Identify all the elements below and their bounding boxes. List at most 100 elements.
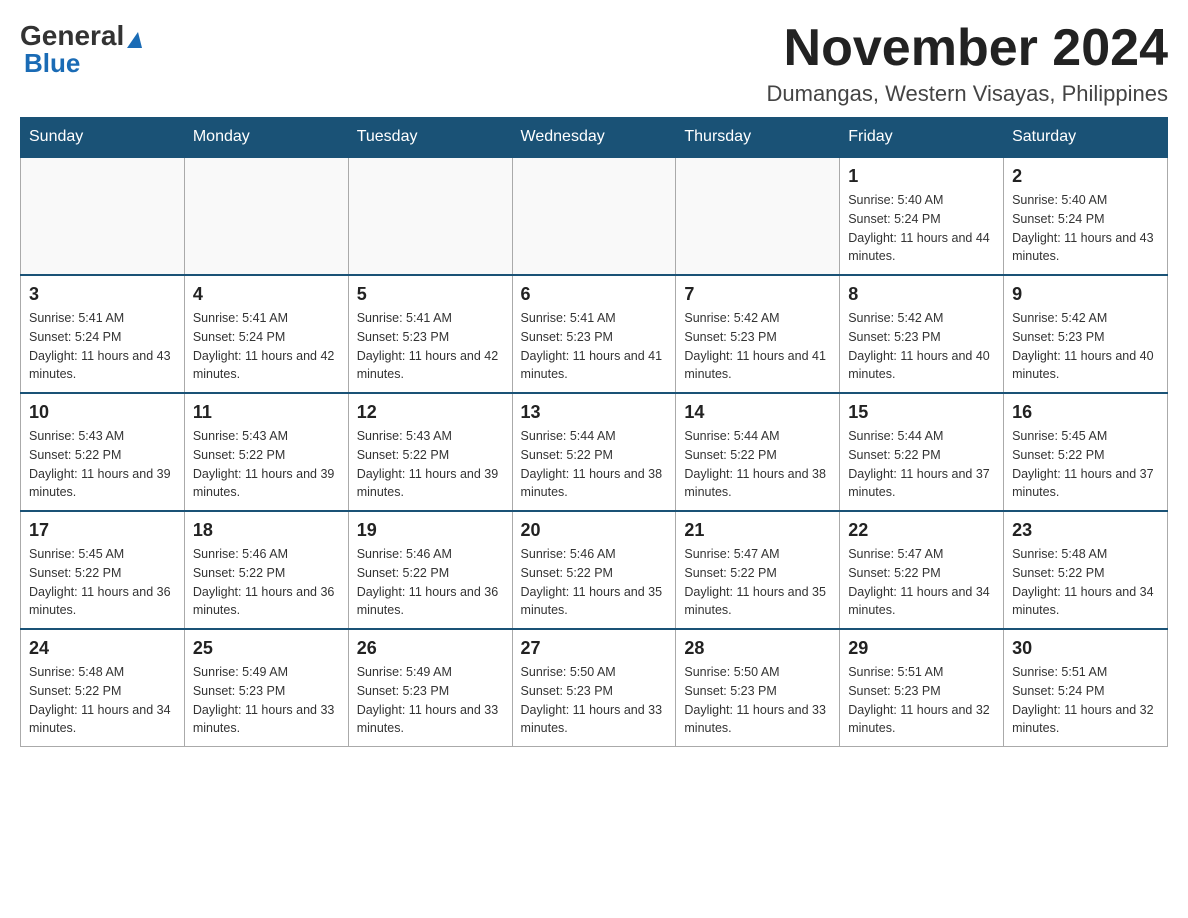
day-number: 28 bbox=[684, 638, 831, 659]
day-info: Sunrise: 5:44 AMSunset: 5:22 PMDaylight:… bbox=[684, 427, 831, 502]
day-number: 11 bbox=[193, 402, 340, 423]
day-number: 4 bbox=[193, 284, 340, 305]
weekday-header-sunday: Sunday bbox=[21, 118, 185, 158]
day-number: 5 bbox=[357, 284, 504, 305]
calendar-cell bbox=[21, 157, 185, 275]
logo: General Blue bbox=[20, 20, 142, 79]
day-number: 15 bbox=[848, 402, 995, 423]
day-number: 9 bbox=[1012, 284, 1159, 305]
calendar-cell: 30Sunrise: 5:51 AMSunset: 5:24 PMDayligh… bbox=[1004, 629, 1168, 747]
day-number: 27 bbox=[521, 638, 668, 659]
day-number: 12 bbox=[357, 402, 504, 423]
calendar-cell: 21 Sunrise: 5:47 AMSunset: 5:22 PMDayligh… bbox=[676, 511, 840, 629]
day-info: Sunrise: 5:43 AMSunset: 5:22 PMDaylight:… bbox=[357, 427, 504, 502]
day-info: Sunrise: 5:50 AMSunset: 5:23 PMDaylight:… bbox=[521, 663, 668, 738]
day-info: Sunrise: 5:46 AMSunset: 5:22 PMDaylight:… bbox=[521, 545, 668, 620]
day-number: 2 bbox=[1012, 166, 1159, 187]
day-number: 6 bbox=[521, 284, 668, 305]
day-info: Sunrise: 5:48 AMSunset: 5:22 PMDaylight:… bbox=[29, 663, 176, 738]
calendar-cell: 4 Sunrise: 5:41 AMSunset: 5:24 PMDaylight… bbox=[184, 275, 348, 393]
day-number: 24 bbox=[29, 638, 176, 659]
day-number: 3 bbox=[29, 284, 176, 305]
day-info: Sunrise: 5:51 AMSunset: 5:24 PMDaylight:… bbox=[1012, 663, 1159, 738]
day-number: 10 bbox=[29, 402, 176, 423]
calendar-cell: 10 Sunrise: 5:43 AMSunset: 5:22 PMDayligh… bbox=[21, 393, 185, 511]
calendar-cell: 27 Sunrise: 5:50 AMSunset: 5:23 PMDayligh… bbox=[512, 629, 676, 747]
calendar-cell: 26Sunrise: 5:49 AMSunset: 5:23 PMDayligh… bbox=[348, 629, 512, 747]
day-info: Sunrise: 5:45 AMSunset: 5:22 PMDaylight:… bbox=[1012, 427, 1159, 502]
calendar-cell: 29 Sunrise: 5:51 AMSunset: 5:23 PMDayligh… bbox=[840, 629, 1004, 747]
day-info: Sunrise: 5:43 AMSunset: 5:22 PMDaylight:… bbox=[29, 427, 176, 502]
calendar-cell: 12 Sunrise: 5:43 AMSunset: 5:22 PMDayligh… bbox=[348, 393, 512, 511]
day-number: 26 bbox=[357, 638, 504, 659]
day-info: Sunrise: 5:40 AMSunset: 5:24 PMDaylight:… bbox=[848, 191, 995, 266]
day-info: Sunrise: 5:42 AMSunset: 5:23 PMDaylight:… bbox=[848, 309, 995, 384]
day-info: Sunrise: 5:40 AMSunset: 5:24 PMDaylight:… bbox=[1012, 191, 1159, 266]
day-info: Sunrise: 5:43 AMSunset: 5:22 PMDaylight:… bbox=[193, 427, 340, 502]
calendar-cell: 28 Sunrise: 5:50 AMSunset: 5:23 PMDayligh… bbox=[676, 629, 840, 747]
day-info: Sunrise: 5:47 AMSunset: 5:22 PMDaylight:… bbox=[848, 545, 995, 620]
day-number: 20 bbox=[521, 520, 668, 541]
day-info: Sunrise: 5:44 AMSunset: 5:22 PMDaylight:… bbox=[848, 427, 995, 502]
day-number: 7 bbox=[684, 284, 831, 305]
day-info: Sunrise: 5:47 AMSunset: 5:22 PMDaylight:… bbox=[684, 545, 831, 620]
calendar-cell: 5 Sunrise: 5:41 AMSunset: 5:23 PMDaylight… bbox=[348, 275, 512, 393]
calendar-cell: 14Sunrise: 5:44 AMSunset: 5:22 PMDayligh… bbox=[676, 393, 840, 511]
day-info: Sunrise: 5:41 AMSunset: 5:23 PMDaylight:… bbox=[357, 309, 504, 384]
calendar-cell: 25 Sunrise: 5:49 AMSunset: 5:23 PMDayligh… bbox=[184, 629, 348, 747]
calendar-week-row-3: 10 Sunrise: 5:43 AMSunset: 5:22 PMDayligh… bbox=[21, 393, 1168, 511]
calendar-table: SundayMondayTuesdayWednesdayThursdayFrid… bbox=[20, 117, 1168, 747]
day-number: 13 bbox=[521, 402, 668, 423]
day-info: Sunrise: 5:41 AMSunset: 5:23 PMDaylight:… bbox=[521, 309, 668, 384]
calendar-cell: 17 Sunrise: 5:45 AMSunset: 5:22 PMDayligh… bbox=[21, 511, 185, 629]
logo-blue-text: Blue bbox=[24, 48, 80, 79]
day-number: 19 bbox=[357, 520, 504, 541]
calendar-cell: 19 Sunrise: 5:46 AMSunset: 5:22 PMDayligh… bbox=[348, 511, 512, 629]
calendar-cell: 22Sunrise: 5:47 AMSunset: 5:22 PMDayligh… bbox=[840, 511, 1004, 629]
calendar-cell: 11 Sunrise: 5:43 AMSunset: 5:22 PMDayligh… bbox=[184, 393, 348, 511]
calendar-cell bbox=[512, 157, 676, 275]
day-info: Sunrise: 5:49 AMSunset: 5:23 PMDaylight:… bbox=[193, 663, 340, 738]
calendar-cell: 20 Sunrise: 5:46 AMSunset: 5:22 PMDayligh… bbox=[512, 511, 676, 629]
calendar-cell bbox=[184, 157, 348, 275]
day-info: Sunrise: 5:41 AMSunset: 5:24 PMDaylight:… bbox=[193, 309, 340, 384]
calendar-cell: 9 Sunrise: 5:42 AMSunset: 5:23 PMDaylight… bbox=[1004, 275, 1168, 393]
location-subtitle: Dumangas, Western Visayas, Philippines bbox=[767, 81, 1169, 107]
weekday-header-wednesday: Wednesday bbox=[512, 118, 676, 158]
day-info: Sunrise: 5:46 AMSunset: 5:22 PMDaylight:… bbox=[357, 545, 504, 620]
weekday-header-tuesday: Tuesday bbox=[348, 118, 512, 158]
day-number: 8 bbox=[848, 284, 995, 305]
day-info: Sunrise: 5:42 AMSunset: 5:23 PMDaylight:… bbox=[1012, 309, 1159, 384]
calendar-cell: 3 Sunrise: 5:41 AMSunset: 5:24 PMDaylight… bbox=[21, 275, 185, 393]
day-number: 25 bbox=[193, 638, 340, 659]
day-info: Sunrise: 5:41 AMSunset: 5:24 PMDaylight:… bbox=[29, 309, 176, 384]
calendar-week-row-4: 17 Sunrise: 5:45 AMSunset: 5:22 PMDayligh… bbox=[21, 511, 1168, 629]
calendar-cell: 1 Sunrise: 5:40 AMSunset: 5:24 PMDaylight… bbox=[840, 157, 1004, 275]
day-number: 18 bbox=[193, 520, 340, 541]
calendar-week-row-2: 3 Sunrise: 5:41 AMSunset: 5:24 PMDaylight… bbox=[21, 275, 1168, 393]
day-number: 17 bbox=[29, 520, 176, 541]
calendar-cell: 13 Sunrise: 5:44 AMSunset: 5:22 PMDayligh… bbox=[512, 393, 676, 511]
day-info: Sunrise: 5:45 AMSunset: 5:22 PMDaylight:… bbox=[29, 545, 176, 620]
title-section: November 2024 Dumangas, Western Visayas,… bbox=[767, 20, 1169, 107]
calendar-cell: 8 Sunrise: 5:42 AMSunset: 5:23 PMDaylight… bbox=[840, 275, 1004, 393]
day-info: Sunrise: 5:48 AMSunset: 5:22 PMDaylight:… bbox=[1012, 545, 1159, 620]
day-info: Sunrise: 5:50 AMSunset: 5:23 PMDaylight:… bbox=[684, 663, 831, 738]
weekday-header-thursday: Thursday bbox=[676, 118, 840, 158]
weekday-header-friday: Friday bbox=[840, 118, 1004, 158]
day-number: 21 bbox=[684, 520, 831, 541]
calendar-cell: 15 Sunrise: 5:44 AMSunset: 5:22 PMDayligh… bbox=[840, 393, 1004, 511]
logo-triangle-icon bbox=[127, 32, 142, 48]
calendar-cell: 7 Sunrise: 5:42 AMSunset: 5:23 PMDaylight… bbox=[676, 275, 840, 393]
day-info: Sunrise: 5:42 AMSunset: 5:23 PMDaylight:… bbox=[684, 309, 831, 384]
day-info: Sunrise: 5:46 AMSunset: 5:22 PMDaylight:… bbox=[193, 545, 340, 620]
day-number: 1 bbox=[848, 166, 995, 187]
calendar-cell: 2 Sunrise: 5:40 AMSunset: 5:24 PMDaylight… bbox=[1004, 157, 1168, 275]
weekday-header-monday: Monday bbox=[184, 118, 348, 158]
calendar-cell: 24 Sunrise: 5:48 AMSunset: 5:22 PMDayligh… bbox=[21, 629, 185, 747]
day-info: Sunrise: 5:44 AMSunset: 5:22 PMDaylight:… bbox=[521, 427, 668, 502]
day-info: Sunrise: 5:51 AMSunset: 5:23 PMDaylight:… bbox=[848, 663, 995, 738]
calendar-cell bbox=[348, 157, 512, 275]
day-number: 29 bbox=[848, 638, 995, 659]
day-number: 16 bbox=[1012, 402, 1159, 423]
